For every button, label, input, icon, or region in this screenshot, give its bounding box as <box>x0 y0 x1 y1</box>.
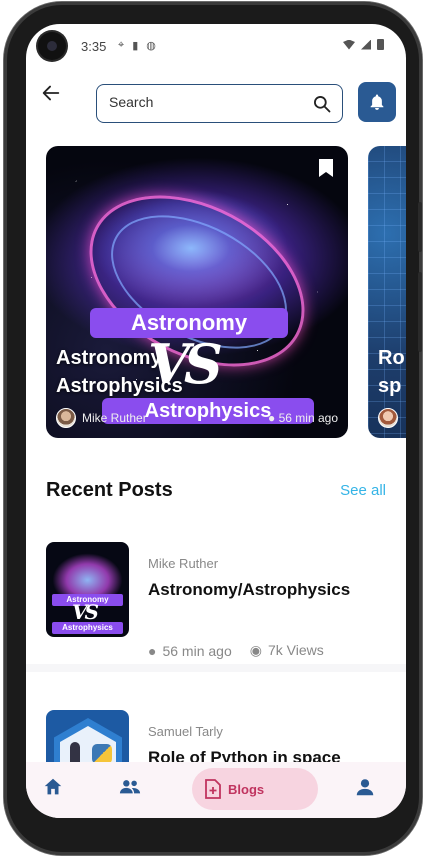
back-button[interactable] <box>40 82 64 106</box>
featured-card[interactable]: Astronomy Astronomy Astrophysics VS Astr… <box>46 146 348 438</box>
sd-card-icon: ▮ <box>132 40 139 52</box>
clock-icon: ● <box>268 411 276 425</box>
status-icons-left: ⌖ ▮ ◍ <box>118 39 156 52</box>
status-icons-right <box>343 39 384 50</box>
nav-home[interactable] <box>42 776 70 804</box>
featured-card-2[interactable]: Ro sp <box>368 146 406 438</box>
post-author: Mike Ruther <box>148 556 219 571</box>
battery-icon <box>377 39 384 50</box>
search-input[interactable] <box>109 94 299 110</box>
see-all-link[interactable]: See all <box>340 482 386 499</box>
post-views: ◉ 7k Views <box>249 642 324 658</box>
post-time: ● 56 min ago <box>148 642 232 659</box>
art-vs: VS <box>148 332 223 396</box>
nav-people[interactable] <box>118 776 146 804</box>
recent-posts-title: Recent Posts <box>46 479 173 501</box>
thumb-tag-astrophysics: Astrophysics <box>52 622 123 634</box>
thumb-vs: VS <box>72 600 99 624</box>
notifications-button[interactable] <box>358 82 396 122</box>
timer-icon: ● <box>148 642 157 659</box>
list-item[interactable]: Astronomy VS Astrophysics Mike Ruther As… <box>26 524 406 664</box>
location-icon: ⌖ <box>118 39 125 51</box>
status-time: 3:35 <box>81 39 107 54</box>
back-arrow-icon <box>42 85 60 101</box>
post-thumbnail: Astronomy VS Astrophysics <box>46 542 129 637</box>
divider <box>26 664 406 672</box>
featured-author: Mike Ruther <box>82 411 147 425</box>
python-logo-icon <box>92 744 112 764</box>
wifi-icon <box>343 39 355 50</box>
screen: 3:35 ⌖ ▮ ◍ Search Astronomy Astronomy As… <box>26 24 406 818</box>
nav-profile[interactable] <box>354 776 382 804</box>
home-icon <box>44 778 62 795</box>
phone-frame: 3:35 ⌖ ▮ ◍ Search Astronomy Astronomy As… <box>4 2 422 855</box>
nav-blogs-label: Blogs <box>228 782 265 797</box>
post-author: Samuel Tarly <box>148 724 223 739</box>
eye-icon: ◉ <box>249 642 262 658</box>
bottom-nav: Blogs <box>26 762 406 818</box>
featured-2-title: Ro sp <box>378 347 405 397</box>
bell-icon <box>370 94 384 110</box>
android-icon: ◍ <box>146 40 156 52</box>
power-button <box>418 272 422 352</box>
status-bar: 3:35 ⌖ ▮ ◍ <box>26 24 406 68</box>
post-meta: ● 56 min ago ◉ 7k Views <box>148 642 324 659</box>
people-icon <box>119 780 141 794</box>
volume-button <box>418 202 422 252</box>
bookmark-icon[interactable] <box>318 158 334 178</box>
featured-time: ● 56 min ago <box>268 411 338 425</box>
search-icon[interactable] <box>312 94 332 114</box>
author-avatar <box>378 408 398 428</box>
featured-meta: Mike Ruther ● 56 min ago <box>56 408 338 428</box>
nav-blogs[interactable]: Blogs <box>192 768 318 810</box>
author-avatar <box>56 408 76 428</box>
signal-icon <box>361 39 371 50</box>
profile-icon <box>356 779 374 796</box>
search-bar[interactable] <box>96 84 343 123</box>
front-camera <box>38 32 66 60</box>
post-title: Astronomy/Astrophysics <box>148 580 351 599</box>
add-document-icon <box>205 779 221 799</box>
